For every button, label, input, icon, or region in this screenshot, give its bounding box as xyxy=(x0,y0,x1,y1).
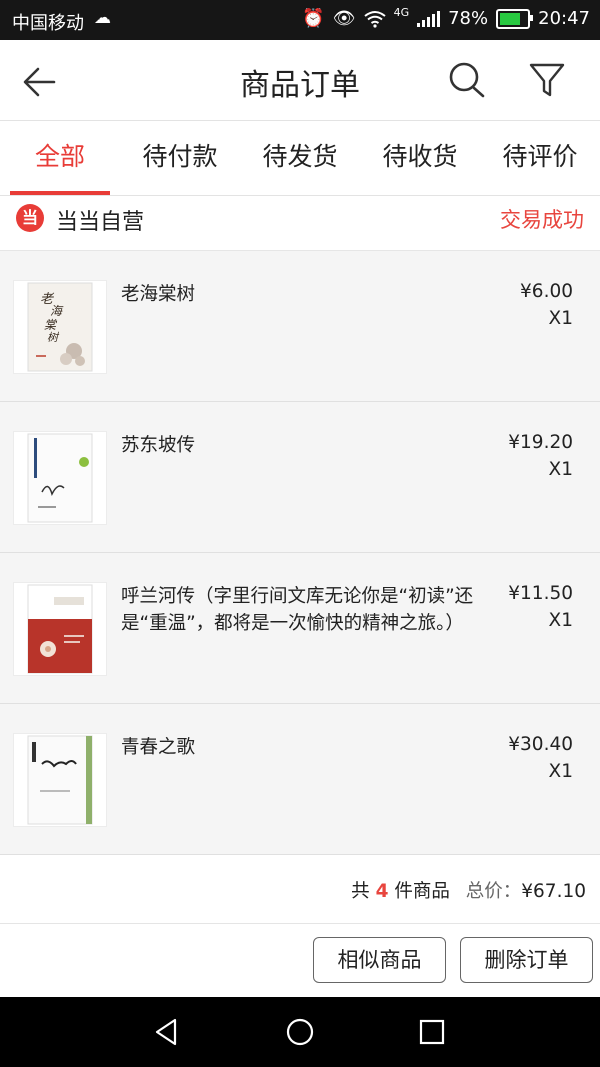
book-cover-image xyxy=(14,432,106,524)
tab-all[interactable]: 全部 xyxy=(0,121,120,195)
network-type-label: 4G xyxy=(393,6,410,19)
clock-time: 20:47 xyxy=(538,8,590,29)
tab-label: 待付款 xyxy=(142,142,218,171)
product-quantity: X1 xyxy=(548,308,573,329)
product-price: ¥11.50 xyxy=(508,583,573,604)
tab-pending-receipt[interactable]: 待收货 xyxy=(360,121,480,195)
tab-pending-shipment[interactable]: 待发货 xyxy=(240,121,360,195)
eye-icon: 👁 xyxy=(332,8,356,29)
book-cover-image xyxy=(14,734,106,826)
item-count: 4 xyxy=(375,881,389,902)
order-actions: 相似商品 删除订单 xyxy=(0,924,600,997)
store-header[interactable]: 当 当当自营 交易成功 xyxy=(0,196,600,251)
order-item[interactable]: 老 海 棠 树 老海棠树 ¥6.00 X1 xyxy=(0,251,600,402)
book-cover-image: 老 海 棠 树 xyxy=(14,281,106,373)
tab-label: 待评价 xyxy=(502,142,578,171)
summary-suffix: 件商品 xyxy=(394,881,450,902)
book-cover-image xyxy=(14,583,106,675)
product-price: ¥6.00 xyxy=(520,281,573,302)
tab-pending-payment[interactable]: 待付款 xyxy=(120,121,240,195)
weather-cloud-icon: ☁ xyxy=(94,8,111,28)
product-price: ¥30.40 xyxy=(508,734,573,755)
search-icon[interactable] xyxy=(447,60,487,100)
nav-recents-icon[interactable] xyxy=(414,1014,450,1050)
system-nav-bar xyxy=(0,997,600,1067)
delete-order-button[interactable]: 删除订单 xyxy=(460,937,593,983)
battery-icon xyxy=(496,8,534,29)
svg-text:海: 海 xyxy=(50,304,64,318)
product-name: 老海棠树 xyxy=(121,284,196,305)
order-item[interactable]: 苏东坡传 ¥19.20 X1 xyxy=(0,402,600,553)
summary-prefix: 共 xyxy=(351,881,370,902)
filter-icon[interactable] xyxy=(527,60,567,100)
product-name: 苏东坡传 xyxy=(121,435,196,456)
page-title: 商品订单 xyxy=(240,68,360,103)
product-name: 青春之歌 xyxy=(121,737,196,758)
battery-percent: 78% xyxy=(448,8,489,29)
product-quantity: X1 xyxy=(548,610,573,631)
status-indicators: ⏰ 👁 4G 78% 20:47 xyxy=(302,6,590,29)
similar-products-button[interactable]: 相似商品 xyxy=(313,937,446,983)
tab-pending-review[interactable]: 待评价 xyxy=(480,121,600,195)
product-quantity: X1 xyxy=(548,459,573,480)
status-bar: 中国移动 ☁ ⏰ 👁 4G 78% 20:47 xyxy=(0,0,600,40)
active-tab-indicator xyxy=(10,191,110,195)
store-name: 当当自营 xyxy=(56,210,145,235)
order-status: 交易成功 xyxy=(500,208,584,232)
alarm-icon: ⏰ xyxy=(302,8,325,29)
wifi-icon xyxy=(363,10,386,28)
store-logo-icon: 当 xyxy=(16,204,44,232)
order-item[interactable]: 青春之歌 ¥30.40 X1 xyxy=(0,704,600,855)
tab-label: 待收货 xyxy=(382,142,458,171)
total-label: 总价： xyxy=(465,881,522,902)
tab-label: 全部 xyxy=(34,142,85,171)
product-price: ¥19.20 xyxy=(508,432,573,453)
order-summary: 共 4 件商品 总价：¥67.10 xyxy=(0,855,600,924)
tab-label: 待发货 xyxy=(262,142,338,171)
total-value: ¥67.10 xyxy=(521,881,586,902)
nav-back-icon[interactable] xyxy=(149,1014,185,1050)
app-header: 商品订单 xyxy=(0,40,600,121)
order-item[interactable]: 呼兰河传（字里行间文库无论你是“初读”还是“重温”，都将是一次愉快的精神之旅。）… xyxy=(0,553,600,704)
summary-text: 共 4 件商品 总价：¥67.10 xyxy=(351,877,586,903)
signal-icon xyxy=(417,10,441,27)
product-name: 呼兰河传（字里行间文库无论你是“初读”还是“重温”，都将是一次愉快的精神之旅。） xyxy=(121,586,474,634)
order-tabs: 全部 待付款 待发货 待收货 待评价 xyxy=(0,121,600,196)
back-arrow-icon[interactable] xyxy=(20,62,60,102)
carrier-label: 中国移动 xyxy=(12,13,84,34)
product-quantity: X1 xyxy=(548,761,573,782)
nav-home-icon[interactable] xyxy=(282,1014,318,1050)
svg-text:棠: 棠 xyxy=(44,318,58,332)
